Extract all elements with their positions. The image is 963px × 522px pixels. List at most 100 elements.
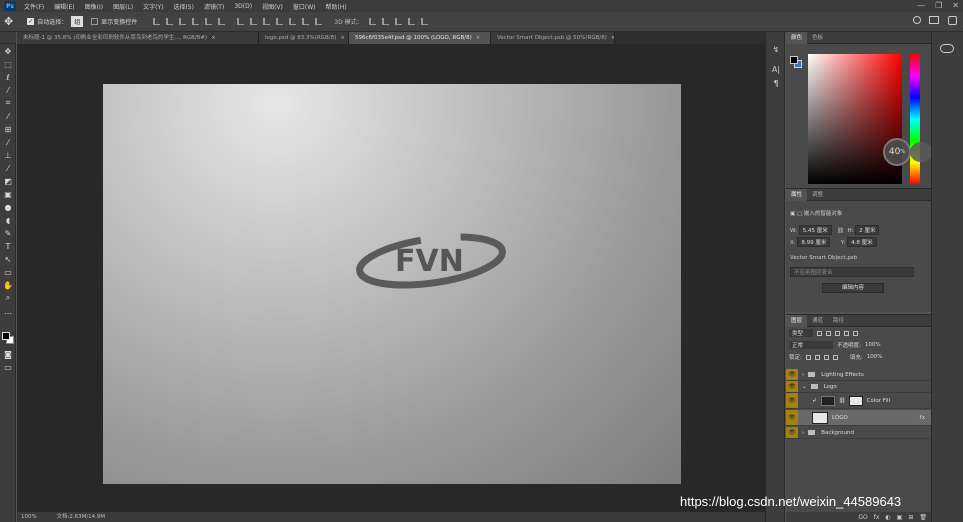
menu-window[interactable]: 窗口(W) xyxy=(293,2,316,11)
crop-tool-icon[interactable]: ⌗ xyxy=(3,98,13,108)
menu-select[interactable]: 选择(S) xyxy=(173,2,194,11)
shape-tool-icon[interactable]: ▭ xyxy=(3,267,13,277)
filter-type-icon[interactable] xyxy=(835,330,841,336)
zoom-level[interactable]: 100% xyxy=(21,514,37,520)
hand-tool-icon[interactable]: ✋ xyxy=(3,280,13,290)
tab-vector-smart-object[interactable]: Vector Smart Object.psb @ 50%(RGB/8) × xyxy=(491,32,615,44)
menu-view[interactable]: 视图(V) xyxy=(262,2,283,11)
3d-roll-icon[interactable] xyxy=(381,18,389,25)
edit-contents-button[interactable]: 编辑内容 xyxy=(822,283,884,293)
restore-button[interactable]: ❐ xyxy=(935,1,942,11)
y-field[interactable]: 4.8 厘米 xyxy=(847,237,877,247)
tab-paths[interactable]: 路径 xyxy=(828,315,849,327)
lock-all-icon[interactable] xyxy=(832,354,838,360)
tab-channels[interactable]: 通道 xyxy=(807,315,828,327)
tab-layers[interactable]: 图层 xyxy=(786,314,808,327)
tab-properties[interactable]: 属性 xyxy=(786,188,808,201)
blur-tool-icon[interactable]: ● xyxy=(3,202,13,212)
lasso-tool-icon[interactable]: ℓ xyxy=(3,72,13,82)
move-tool-icon[interactable]: ✥ xyxy=(4,15,13,28)
width-field[interactable]: 5.45 厘米 xyxy=(798,225,832,235)
close-tab-icon[interactable]: × xyxy=(611,35,614,41)
brush-tool-icon[interactable]: ⁄ xyxy=(3,137,13,147)
tab-adjustments[interactable]: 调整 xyxy=(807,189,828,201)
foreground-color-swatch[interactable] xyxy=(2,332,10,340)
auto-select-dropdown[interactable]: 组 xyxy=(71,16,84,27)
3d-scale-icon[interactable] xyxy=(420,18,428,25)
close-tab-icon[interactable]: × xyxy=(476,35,481,41)
blend-mode-select[interactable]: 正常 xyxy=(789,341,834,349)
quick-mask-icon[interactable]: ◙ xyxy=(3,349,13,359)
edit-toolbar-icon[interactable]: … xyxy=(3,306,13,316)
menu-filter[interactable]: 滤镜(T) xyxy=(204,2,224,11)
layer-row-logo[interactable]: 👁 LOGO fx xyxy=(786,410,931,426)
magic-wand-tool-icon[interactable]: ⁄ xyxy=(3,85,13,95)
tab-untitled-1[interactable]: 未标题-1 @ 35.8% (印刷业全彩印刷软件从菜鸟到老鸟的学生..., RG… xyxy=(17,32,259,44)
layer-row-color-fill[interactable]: 👁 ↲ ⛓ Color Fill xyxy=(786,393,931,409)
link-layers-icon[interactable]: GO xyxy=(858,514,867,521)
add-mask-icon[interactable]: ▣ xyxy=(897,514,903,521)
screen-mode-icon[interactable]: ▭ xyxy=(3,362,13,372)
distribute-left-icon[interactable] xyxy=(276,18,284,25)
paragraph-panel-icon[interactable]: ¶ xyxy=(771,78,781,88)
align-hcenter-icon[interactable] xyxy=(205,18,213,25)
layer-row-background[interactable]: 👁 › Background xyxy=(786,427,931,439)
opacity-value[interactable]: 100% xyxy=(865,342,881,348)
x-field[interactable]: 8.99 厘米 xyxy=(797,237,831,247)
expand-arrow-icon[interactable]: › xyxy=(802,372,804,378)
align-right-icon[interactable] xyxy=(218,18,226,25)
menu-edit[interactable]: 编辑(E) xyxy=(54,2,74,11)
distribute-hcenter-icon[interactable] xyxy=(289,18,297,25)
menu-help[interactable]: 帮助(H) xyxy=(326,2,347,11)
cloud-libraries-icon[interactable] xyxy=(940,44,954,53)
gradient-tool-icon[interactable]: ▣ xyxy=(3,189,13,199)
menu-image[interactable]: 图像(I) xyxy=(85,2,103,11)
fx-icon[interactable]: fx xyxy=(920,415,925,421)
close-tab-icon[interactable]: × xyxy=(340,35,345,41)
eyedropper-tool-icon[interactable]: ⁄ xyxy=(3,111,13,121)
lock-artboard-icon[interactable] xyxy=(823,354,829,360)
align-top-icon[interactable] xyxy=(153,18,161,25)
lock-pixels-icon[interactable] xyxy=(805,354,811,360)
expand-arrow-icon[interactable]: › xyxy=(802,430,804,436)
3d-rotate-icon[interactable] xyxy=(368,18,376,25)
layer-row-lighting-effects[interactable]: 👁 › Lighting Effects xyxy=(786,369,931,381)
delete-layer-icon[interactable]: 🗑 xyxy=(919,514,927,521)
menu-file[interactable]: 文件(F) xyxy=(24,2,44,11)
character-panel-icon[interactable]: A| xyxy=(771,64,781,74)
history-panel-icon[interactable]: ↯ xyxy=(771,44,781,54)
fill-value[interactable]: 100% xyxy=(867,354,883,360)
distribute-top-icon[interactable] xyxy=(237,18,245,25)
visibility-eye-icon[interactable]: 👁 xyxy=(786,410,798,425)
add-style-icon[interactable]: fx xyxy=(874,514,880,521)
filter-pixel-icon[interactable] xyxy=(817,330,823,336)
align-bottom-icon[interactable] xyxy=(179,18,187,25)
healing-brush-tool-icon[interactable]: ⊞ xyxy=(3,124,13,134)
path-select-tool-icon[interactable]: ↖ xyxy=(3,254,13,264)
doc-size-info[interactable]: 文档:2.63M/14.9M xyxy=(56,514,105,520)
visibility-eye-icon[interactable]: 👁 xyxy=(786,427,798,438)
color-picker-field[interactable] xyxy=(808,54,902,184)
visibility-eye-icon[interactable]: 👁 xyxy=(786,369,798,380)
hue-slider[interactable] xyxy=(910,54,920,184)
tab-color[interactable]: 颜色 xyxy=(786,31,808,44)
type-tool-icon[interactable]: T xyxy=(3,241,13,251)
move-tool-icon[interactable]: ✥ xyxy=(3,46,13,56)
zoom-tool-icon[interactable]: ⌕ xyxy=(3,293,13,303)
close-tab-icon[interactable]: × xyxy=(211,35,216,41)
search-icon[interactable] xyxy=(913,16,921,24)
distribute-bottom-icon[interactable] xyxy=(263,18,271,25)
3d-slide-icon[interactable] xyxy=(407,18,415,25)
document-canvas[interactable]: FVN xyxy=(103,84,681,484)
workspace-icon[interactable] xyxy=(929,16,939,24)
visibility-eye-icon[interactable]: 👁 xyxy=(786,381,798,392)
distribute-vcenter-icon[interactable] xyxy=(250,18,258,25)
foreground-color-swatch[interactable] xyxy=(790,56,798,64)
marquee-tool-icon[interactable]: ⬚ xyxy=(3,59,13,69)
transform-controls-checkbox[interactable] xyxy=(91,18,99,25)
menu-type[interactable]: 文字(Y) xyxy=(143,2,163,11)
toolbar-collapse[interactable] xyxy=(0,32,16,44)
align-left-icon[interactable] xyxy=(192,18,200,25)
height-field[interactable]: 2 厘米 xyxy=(855,225,880,235)
filter-adjust-icon[interactable] xyxy=(826,330,832,336)
